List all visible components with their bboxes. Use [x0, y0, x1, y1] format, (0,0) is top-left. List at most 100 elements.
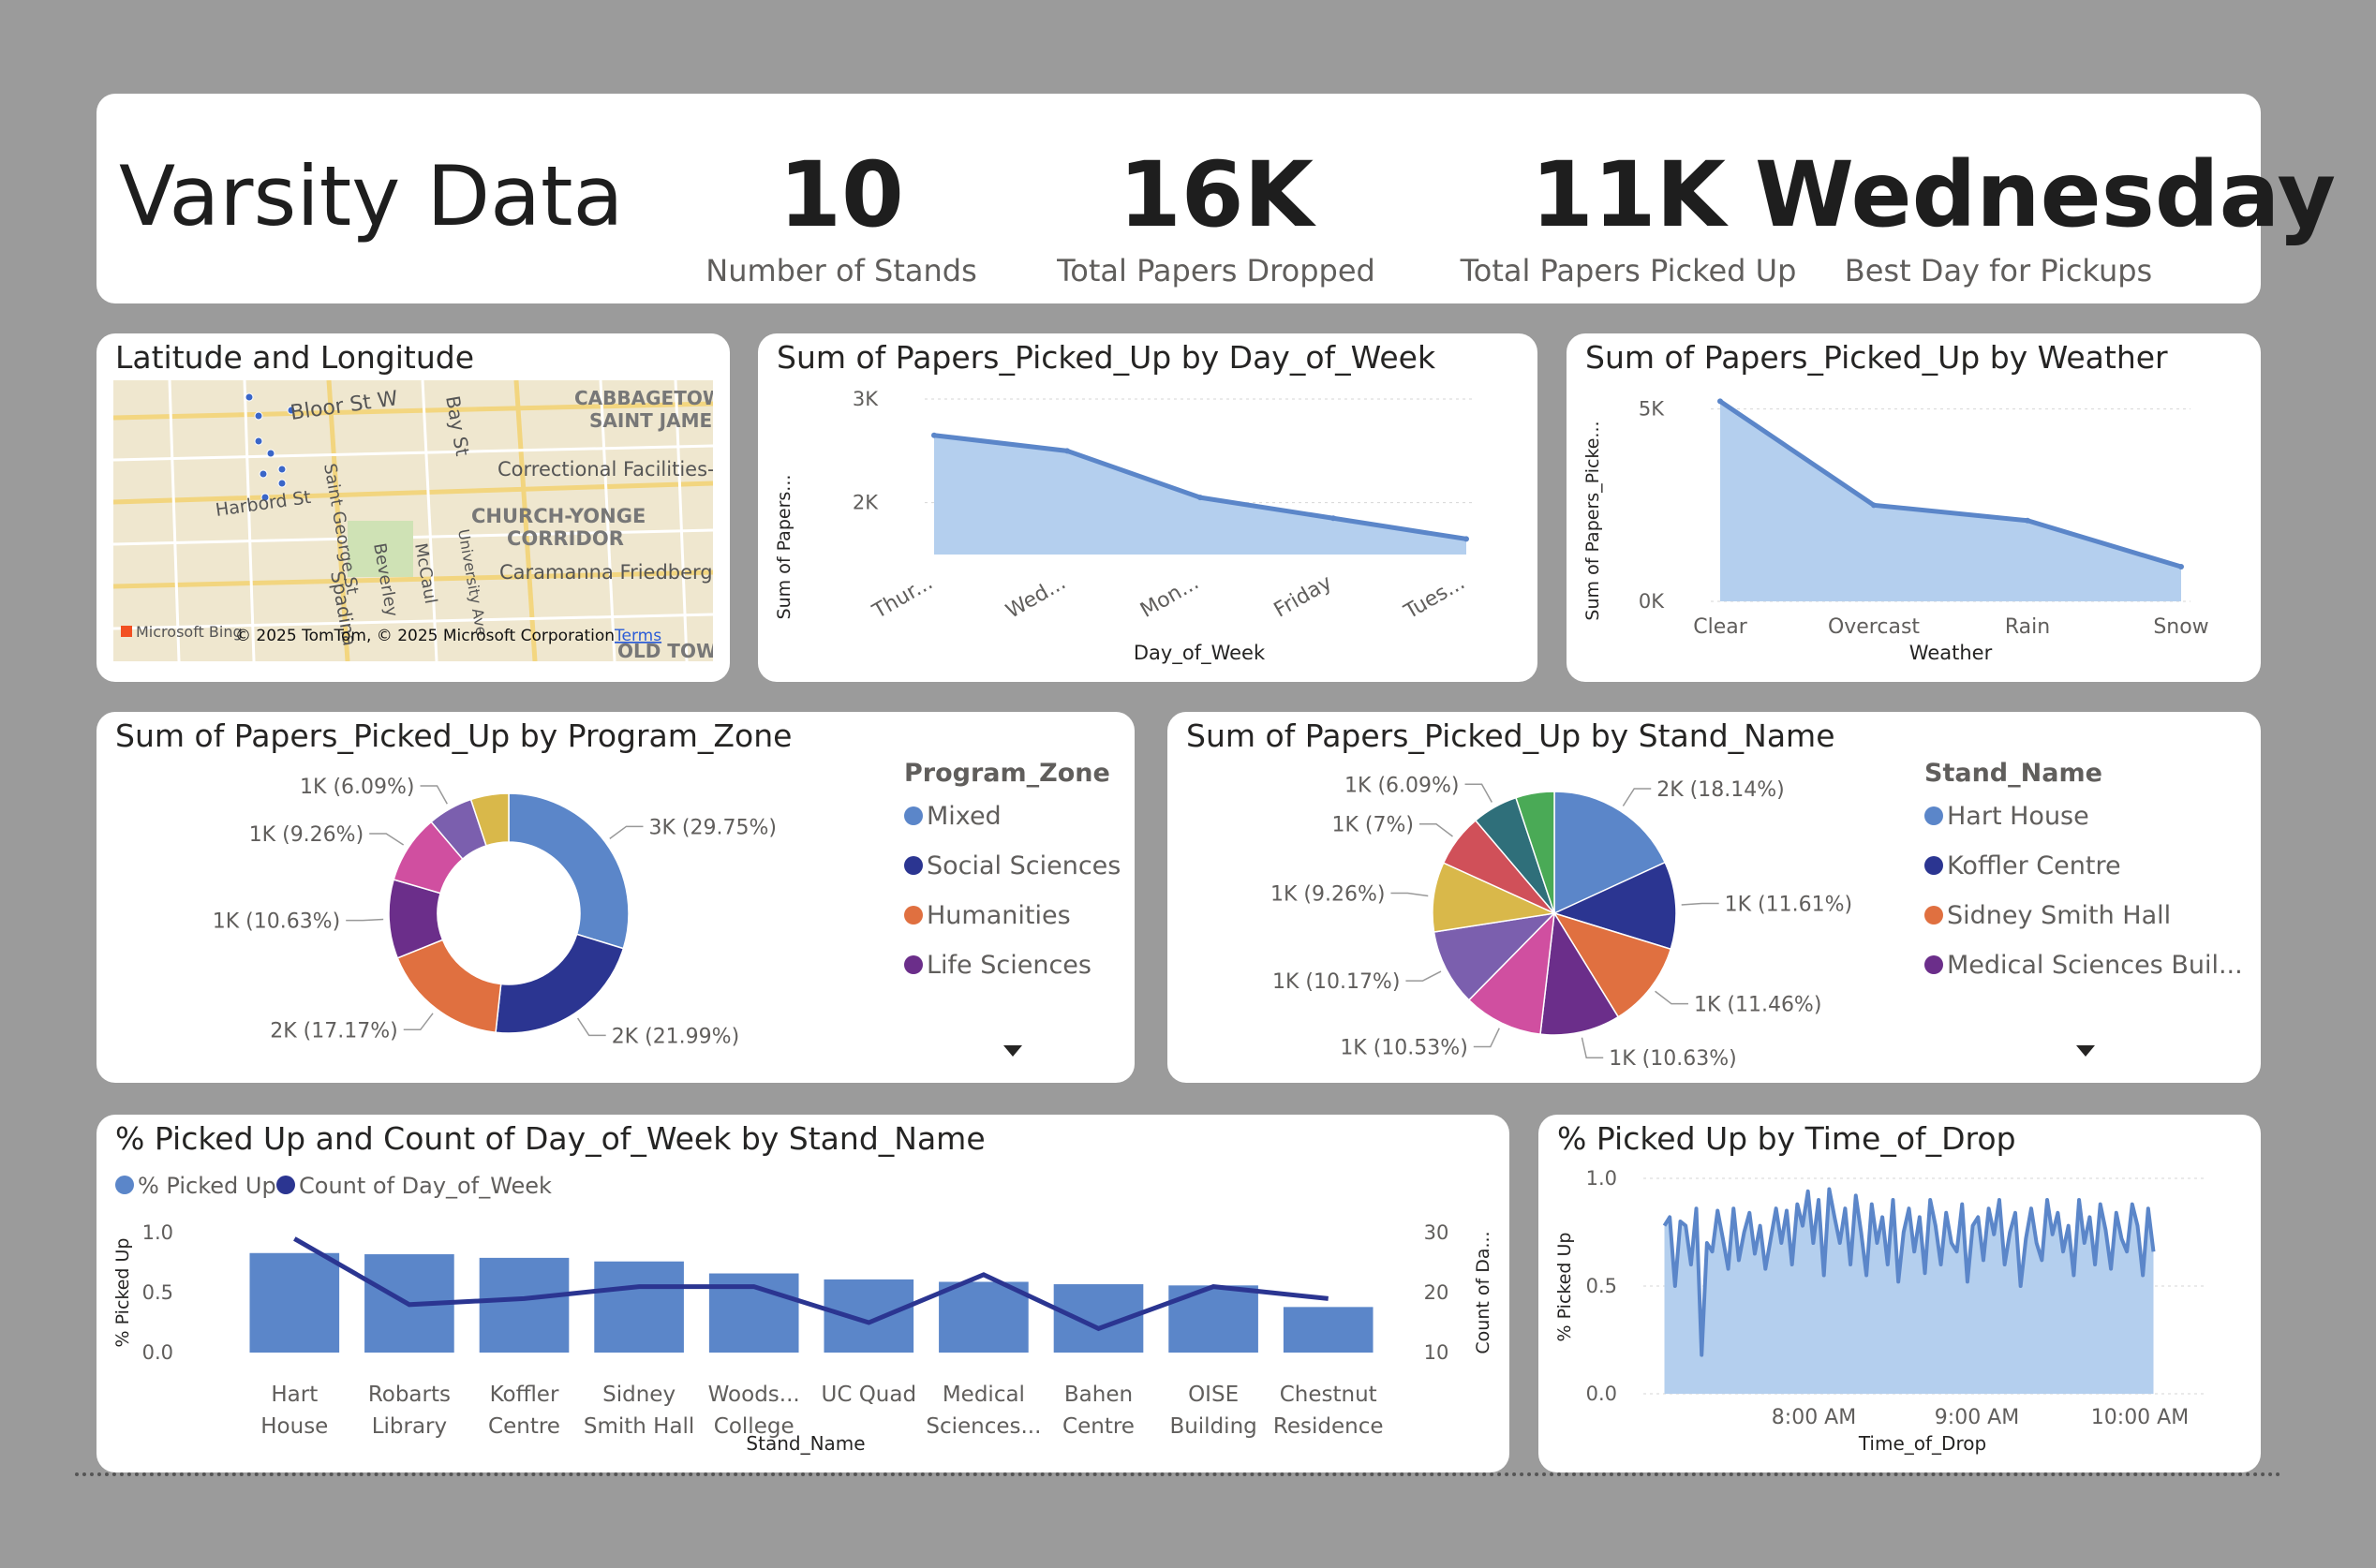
y-tick-label: 3K — [853, 388, 879, 410]
data-point — [1064, 448, 1070, 454]
x-tick-label: Library — [372, 1414, 447, 1439]
legend-item-mixed[interactable]: Mixed — [904, 802, 1002, 831]
legend-item-hart-house[interactable]: Hart House — [1924, 802, 2089, 831]
legend-item-life-sciences[interactable]: Life Sciences — [904, 951, 1091, 980]
legend-item-humanities[interactable]: Humanities — [904, 901, 1071, 930]
map-card[interactable]: Latitude and Longitude Bloor St W Bay St… — [97, 333, 730, 682]
legend-dot — [904, 856, 923, 875]
data-label: 1K (9.26%) — [1270, 883, 1385, 907]
legend-dot — [904, 906, 923, 925]
y-tick-label: 2K — [853, 492, 879, 514]
x-tick-label: Clear — [1693, 615, 1747, 639]
map-label-church1: CHURCH-YONGE — [471, 505, 646, 527]
y-tick-label: 0K — [1639, 590, 1665, 613]
chart-weather[interactable]: Sum of Papers_Picke... Weather 0K 5K Clear… — [1567, 333, 2261, 682]
data-label: 2K (18.14%) — [1656, 778, 1784, 802]
x-tick-label: Wed... — [1002, 571, 1070, 624]
map-bing-attribution: Microsoft Bing — [136, 623, 243, 641]
map-label-cabbagetown: CABBAGETOW — [574, 387, 713, 409]
leader-line — [576, 1017, 606, 1037]
x-axis-label: Day_of_Week — [1134, 642, 1266, 665]
data-label: 1K (7%) — [1331, 814, 1413, 837]
x-tick-label: Sciences... — [926, 1414, 1041, 1439]
x-tick-label: Snow — [2153, 615, 2208, 639]
map-pin — [277, 479, 287, 488]
kpi-best-day: Wednesday Best Day for Pickups — [1755, 142, 2337, 288]
kpi-total-papers-dropped: 16K Total Papers Dropped — [1033, 150, 1399, 288]
legend-dot — [1924, 955, 1943, 974]
x-tick-label: Smith Hall — [584, 1414, 694, 1439]
leader-line — [346, 918, 384, 922]
y2-tick-label: 20 — [1424, 1281, 1449, 1304]
legend-title: Stand_Name — [1924, 759, 2102, 788]
x-tick-label: Sidney — [602, 1383, 676, 1407]
area-fill — [1720, 401, 2181, 601]
data-label: 3K (29.75%) — [648, 816, 776, 839]
chart-day-of-week[interactable]: Sum of Papers... Day_of_Week 2K 3K Thur...… — [758, 333, 1537, 682]
x-tick-label: Centre — [1062, 1414, 1135, 1439]
legend-scroll-down-icon[interactable] — [2076, 1045, 2095, 1057]
legend-title: Program_Zone — [904, 759, 1110, 788]
kpi-value: 10 — [779, 142, 904, 247]
map-terms-link[interactable]: Terms — [614, 627, 661, 645]
legend-dot — [1924, 806, 1943, 825]
y-axis-label: % Picked Up — [1554, 1233, 1575, 1342]
pie-slice — [495, 933, 625, 1034]
map-label-correctional: Correctional Facilities- — [497, 458, 713, 481]
y-tick-label: 1.0 — [142, 1221, 173, 1244]
map-pin — [277, 465, 287, 474]
x-tick-label: 9:00 AM — [1935, 1406, 2019, 1429]
legend-item-social-sciences[interactable]: Social Sciences — [904, 851, 1121, 880]
x-tick-label: Medical — [943, 1383, 1025, 1407]
kpi-value: Wednesday — [1755, 142, 2337, 247]
legend-item-koffler-centre[interactable]: Koffler Centre — [1924, 851, 2121, 880]
legend-item-medical-sciences[interactable]: Medical Sciences Buil... — [1924, 951, 2243, 980]
chart-card-stand-combo[interactable]: % Picked Up and Count of Day_of_Week by … — [97, 1115, 1509, 1472]
chart-stand-combo[interactable]: % Picked Up Count of Da... Stand_Name 0.… — [97, 1115, 1509, 1472]
data-point — [1330, 515, 1336, 522]
chart-time-of-drop[interactable]: % Picked Up Time_of_Drop 0.0 0.5 1.0 8:00 A… — [1538, 1115, 2261, 1472]
data-label: 1K (6.09%) — [300, 776, 414, 799]
chart-program-zone[interactable]: 3K (29.75%) 2K (21.99%) 2K (17.17%) 1K (10.… — [97, 712, 902, 1083]
x-tick-label: Chestnut — [1280, 1383, 1377, 1407]
map-pin — [254, 436, 263, 446]
data-label: 1K (11.46%) — [1694, 994, 1821, 1017]
chart-stand-name[interactable]: 2K (18.14%) 1K (11.61%) 1K (11.46%) 1K (10.… — [1167, 712, 1917, 1083]
leader-line — [1473, 1028, 1500, 1048]
leader-line — [1464, 783, 1492, 803]
legend-label: Koffler Centre — [1947, 851, 2121, 880]
chart-card-program-zone[interactable]: Sum of Papers_Picked_Up by Program_Zone … — [97, 712, 1135, 1083]
x-tick-label: Thur... — [869, 571, 937, 625]
chart-card-stand-name[interactable]: Sum of Papers_Picked_Up by Stand_Name 2K… — [1167, 712, 2261, 1083]
legend-scroll-down-icon[interactable] — [1003, 1045, 1022, 1057]
dashboard-title: Varsity Data — [119, 148, 624, 244]
data-label: 1K (10.63%) — [1609, 1047, 1736, 1071]
pie-slice — [508, 792, 630, 950]
data-label: 1K (10.63%) — [213, 910, 340, 934]
data-point — [931, 432, 937, 438]
map-pin — [266, 449, 275, 458]
y-tick-label: 0.5 — [1586, 1275, 1617, 1297]
legend-label: Humanities — [927, 901, 1071, 930]
x-tick-label: Hart — [271, 1383, 318, 1407]
map-canvas[interactable]: Bloor St W Bay St Harbord St Saint Georg… — [113, 380, 713, 661]
map-label-caramanna: Caramanna Friedberg — [499, 561, 713, 584]
y-axis-label: Sum of Papers_Picke... — [1582, 421, 1603, 620]
x-tick-label: Building — [1169, 1414, 1256, 1439]
x-tick-label: Rain — [2005, 615, 2050, 639]
map-view[interactable]: Bloor St W Bay St Harbord St Saint Georg… — [113, 380, 713, 661]
bar — [1168, 1285, 1258, 1353]
chart-card-day-of-week[interactable]: Sum of Papers_Picked_Up by Day_of_Week S… — [758, 333, 1537, 682]
y-tick-label: 5K — [1639, 398, 1665, 421]
legend-label: Life Sciences — [927, 951, 1091, 980]
leader-line — [609, 825, 644, 839]
leader-line — [1390, 892, 1429, 897]
y-tick-label: 0.0 — [142, 1341, 173, 1364]
legend-item-sidney-smith-hall[interactable]: Sidney Smith Hall — [1924, 901, 2171, 930]
x-tick-label: Residence — [1273, 1414, 1384, 1439]
chart-card-weather[interactable]: Sum of Papers_Picked_Up by Weather Sum o… — [1567, 333, 2261, 682]
kpi-value: 16K — [1119, 142, 1314, 247]
map-label-mccaul: McCaul — [410, 541, 440, 605]
chart-card-time-of-drop[interactable]: % Picked Up by Time_of_Drop % Picked Up … — [1538, 1115, 2261, 1472]
legend-label: Hart House — [1947, 802, 2089, 831]
